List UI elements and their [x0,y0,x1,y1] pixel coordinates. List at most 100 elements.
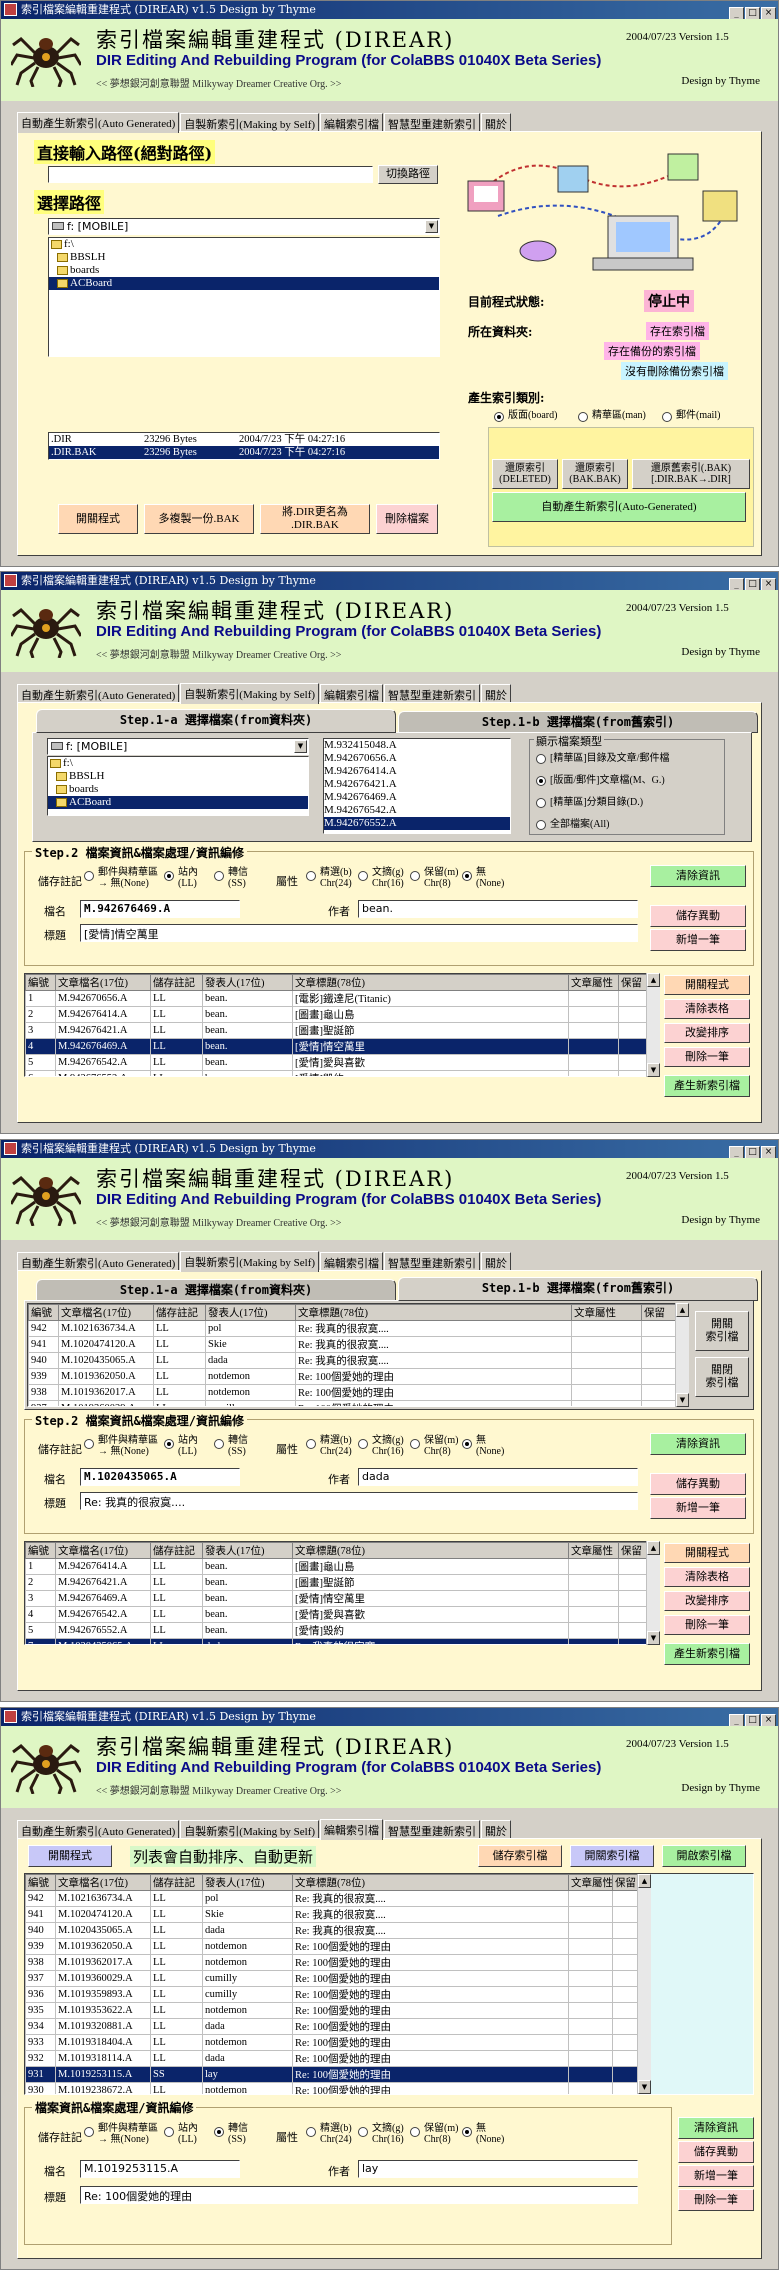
edit-index-grid[interactable]: 編號 文章檔名(17位) 儲存註記 發表人(17位) 文章標題(78位) 文章屬性 保留 94… [25,1874,638,2094]
table-row[interactable]: 940 M.1020435065.A LL dada Re: 我真的很寂寞.... [28,1352,677,1369]
column-header[interactable]: 文章屬性 [568,1542,619,1559]
column-header[interactable]: 文章檔名(17位) [55,1542,151,1559]
table-row[interactable]: 3 M.942676421.A LL bean. [圖畫]聖誕節 [25,1022,654,1039]
rename-bak-button[interactable]: 將.DIR更名為 .DIR.BAK [260,504,370,534]
tab-making-by-self[interactable]: 自製新索引(Making by Self) [180,113,320,132]
close-index-button[interactable]: 關閉 索引檔 [695,1357,749,1397]
chevron-down-icon[interactable]: ▼ [294,740,307,753]
tab-step1b[interactable]: Step.1-b 選擇檔案(from舊索引) [398,711,758,733]
table-scrollbar[interactable]: ▲ ▼ [637,1874,651,2094]
tab-edit-index[interactable]: 編輯索引檔 [320,1819,384,1840]
table-row[interactable]: 939 M.1019362050.A LL notdemon Re: 100個愛她的理由 [28,1368,677,1385]
column-header[interactable]: 文章檔名(17位) [55,1874,151,1891]
table-row[interactable]: 938 M.1019362017.A LL notdemon Re: 100個愛她的理由 [28,1384,677,1401]
table-row[interactable]: 2 M.942676414.A LL bean. [圖畫]龜山島 [25,1006,654,1023]
list-item[interactable]: M.942676414.A [324,765,510,778]
table-row[interactable]: 4 M.942676542.A LL bean. [愛情]愛與喜歡 [25,1606,654,1623]
list-item[interactable]: M.942670656.A [324,752,510,765]
tree-item[interactable]: boards [49,264,439,277]
auto-generate-button[interactable]: 自動產生新索引(Auto-Generated) [492,492,746,522]
column-header[interactable]: 儲存註記 [150,1874,203,1891]
filename-input[interactable]: M.942676469.A [80,900,240,918]
delete-one-button[interactable]: 刪除一筆 [664,1047,750,1067]
tab-about[interactable]: 關於 [481,1252,512,1271]
column-header[interactable]: 儲存註記 [150,1542,203,1559]
copy-bak-button[interactable]: 多複製一份.BAK [144,504,254,534]
column-header[interactable]: 保留 [612,1874,638,1891]
open-index-button[interactable]: 開關 索引檔 [695,1311,749,1351]
column-header[interactable]: 文章屬性 [571,1304,642,1321]
clear-table-button[interactable]: 清除表格 [664,1567,750,1587]
column-header[interactable]: 儲存註記 [150,974,203,991]
title-bar[interactable]: 索引檔案編輯重建程式 (DIREAR) v1.5 Design by Thyme… [1,1140,778,1159]
tree-item[interactable]: BBSLH [49,251,439,264]
folder-tree[interactable]: f:\ BBSLH boards ACBoard [48,237,440,357]
column-header[interactable]: 文章標題(78位) [292,1542,569,1559]
column-header[interactable]: 儲存註記 [153,1304,206,1321]
table-row[interactable]: 937M.1019360029.ALLcumillyRe: 100個愛她的理由 [28,1400,677,1406]
column-header[interactable]: 文章標題(78位) [292,1874,569,1891]
table-row[interactable]: 935 M.1019353622.A LL notdemon Re: 100個愛她的理由 [25,2002,638,2019]
table-row[interactable]: 1 M.942676414.A LL bean. [圖畫]龜山島 [25,1558,654,1575]
column-header[interactable]: 發表人(17位) [202,1874,293,1891]
folder-tree[interactable]: f:\ BBSLH boards ACBoard [47,756,309,816]
column-header[interactable]: 文章標題(78位) [292,974,569,991]
column-header[interactable]: 編號 [25,1542,56,1559]
delete-one-button[interactable]: 刪除一筆 [664,1615,750,1635]
clear-info-button[interactable]: 清除資訊 [678,2117,754,2139]
clear-table-button[interactable]: 清除表格 [664,999,750,1019]
table-row[interactable]: 4 M.942676469.A LL bean. [愛情]情空萬里 [25,1038,654,1055]
title-bar[interactable]: 索引檔案編輯重建程式 (DIREAR) v1.5 Design by Thyme… [1,1,778,20]
file-row[interactable]: .DIR.BAK 23296 Bytes 2004/7/23 下午 04:27:16 [49,446,439,459]
clear-info-button[interactable]: 清除資訊 [650,865,746,887]
list-item[interactable]: M.942676421.A [324,778,510,791]
drive-select[interactable]: f: [MOBILE] ▼ [48,218,440,235]
tree-item[interactable]: f:\ [49,238,439,251]
chevron-down-icon[interactable]: ▼ [425,220,438,233]
list-item[interactable]: M.942676552.A [324,817,510,830]
add-one-button[interactable]: 新增一筆 [650,929,746,951]
clear-info-button[interactable]: 清除資訊 [650,1433,746,1455]
restore-old-button[interactable]: 還原舊索引(.BAK) [.DIR.BAK→.DIR] [632,459,750,489]
tab-auto-generated[interactable]: 自動產生新索引(Auto Generated) [17,684,180,703]
delete-file-button[interactable]: 刪除檔案 [376,504,438,534]
table-row[interactable]: 934 M.1019320881.A LL dada Re: 100個愛她的理由 [25,2018,638,2035]
edit-index-table[interactable]: 編號 文章檔名(17位) 儲存註記 發表人(17位) 文章標題(78位) 文章屬性 保留 94… [24,1873,754,2095]
generate-index-button[interactable]: 產生新索引檔 [664,1643,750,1665]
tree-item[interactable]: ACBoard [49,277,439,290]
tab-about[interactable]: 關於 [481,684,512,703]
title-bar[interactable]: 索引檔案編輯重建程式 (DIREAR) v1.5 Design by Thyme… [1,1708,778,1727]
scroll-up-icon[interactable]: ▲ [676,1303,689,1317]
tree-item[interactable]: boards [48,783,308,796]
table-row[interactable]: 937M.1019360029.ALLcumillyRe: 100個愛她的理由 [25,1970,638,1987]
index-grid[interactable]: 編號 文章檔名(17位) 儲存註記 發表人(17位) 文章標題(78位) 文章屬性 保留 1 M… [25,974,654,1076]
generate-index-button[interactable]: 產生新索引檔 [664,1075,750,1097]
list-item[interactable]: M.942676469.A [324,791,510,804]
table-scrollbar[interactable]: ▲ ▼ [646,973,660,1077]
filename-input[interactable]: M.1020435065.A [80,1468,240,1486]
column-header[interactable]: 發表人(17位) [205,1304,296,1321]
save-change-button[interactable]: 儲存異動 [650,1473,746,1495]
table-row[interactable]: 942 M.1021636734.A LL pol Re: 我真的很寂寞.... [28,1320,677,1337]
tab-auto-generated[interactable]: 自動產生新索引(Auto Generated) [17,112,180,133]
table-row[interactable]: 5 M.942676542.A LL bean. [愛情]愛與喜歡 [25,1054,654,1071]
change-order-button[interactable]: 改變排序 [664,1591,750,1611]
column-header[interactable]: 文章屬性 [568,1874,613,1891]
file-listbox[interactable]: M.932415048.A M.942670656.A M.942676414.… [323,738,511,834]
author-input[interactable]: bean. [358,900,638,918]
save-change-button[interactable]: 儲存異動 [650,905,746,927]
table-row[interactable]: 931 M.1019253115.A SS lay Re: 100個愛她的理由 [25,2066,638,2083]
list-item[interactable]: M.942676542.A [324,804,510,817]
column-header[interactable]: 發表人(17位) [202,1542,293,1559]
table-row[interactable]: 942 M.1021636734.A LL pol Re: 我真的很寂寞.... [25,1890,638,1907]
table-row[interactable]: 941 M.1020474120.A LL Skie Re: 我真的很寂寞.... [25,1906,638,1923]
index-table[interactable]: 編號 文章檔名(17位) 儲存註記 發表人(17位) 文章標題(78位) 文章屬性 保留 1 M… [24,1541,660,1645]
scroll-down-icon[interactable]: ▼ [647,1631,660,1645]
restore-bakbak-button[interactable]: 還原索引 (BAK.BAK) [562,459,628,489]
index-grid[interactable]: 編號 文章檔名(17位) 儲存註記 發表人(17位) 文章標題(78位) 文章屬性 保留 1 M… [25,1542,654,1644]
close-index-button[interactable]: 開關索引檔 [570,1845,654,1867]
save-change-button[interactable]: 儲存異動 [678,2141,754,2163]
filename-input[interactable]: M.1019253115.A [80,2160,240,2178]
column-header[interactable]: 保留 [641,1304,677,1321]
table-row[interactable]: 939 M.1019362050.A LL notdemon Re: 100個愛她的理由 [25,1938,638,1955]
